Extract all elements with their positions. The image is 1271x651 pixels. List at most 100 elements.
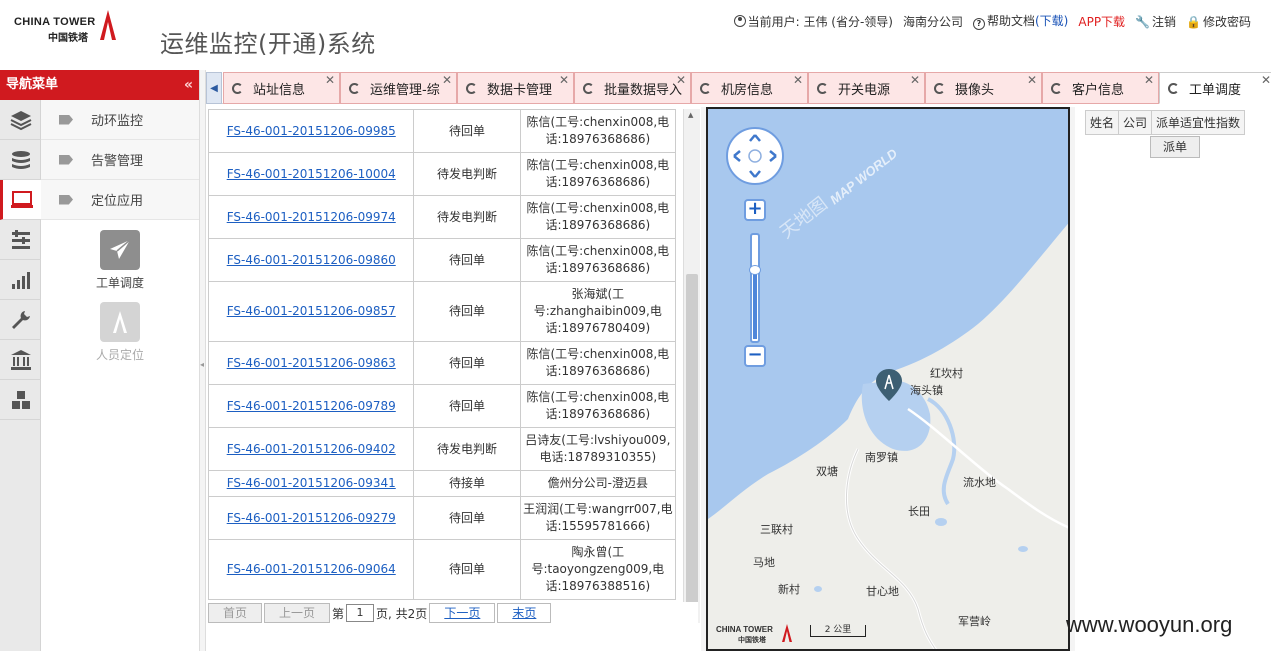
help-label[interactable]: 帮助文档 — [987, 14, 1035, 28]
table-row[interactable]: FS-46-001-20151206-09863 待回单 陈信(工号:chenxin… — [208, 341, 677, 385]
close-icon[interactable]: ✕ — [793, 73, 803, 87]
tab-2[interactable]: 运维管理-综 ✕ — [340, 72, 457, 104]
table-row[interactable]: FS-46-001-20151206-09985 待回单 陈信(工号:chenxin… — [208, 109, 677, 153]
tab-scroll-left-icon[interactable]: ◀ — [206, 72, 222, 104]
collapse-sidebar-icon[interactable]: « — [184, 70, 193, 100]
refresh-icon[interactable] — [232, 82, 243, 94]
refresh-icon[interactable] — [466, 82, 477, 94]
table-row[interactable]: FS-46-001-20151206-09974 待发电判断 陈信(工号:chenx… — [208, 195, 677, 239]
refresh-icon[interactable] — [583, 82, 594, 94]
close-icon[interactable]: ✕ — [325, 73, 335, 87]
tab-8[interactable]: 客户信息 ✕ — [1042, 72, 1159, 104]
order-id-link[interactable]: FS-46-001-20151206-10004 — [227, 167, 396, 181]
tab-6[interactable]: 开关电源 ✕ — [808, 72, 925, 104]
refresh-icon[interactable] — [934, 82, 945, 94]
download-help-link[interactable]: (下载) — [1035, 14, 1068, 28]
monitor-icon[interactable] — [0, 180, 41, 220]
layers-icon[interactable] — [0, 100, 41, 140]
tab-1[interactable]: 站址信息 ✕ — [223, 72, 340, 104]
menu-item-env-monitoring[interactable]: 动环监控 — [41, 100, 199, 140]
table-row[interactable]: FS-46-001-20151206-10004 待发电判断 陈信(工号:chenx… — [208, 152, 677, 196]
tile-label: 工单调度 — [95, 276, 144, 290]
order-list-scrollbar[interactable]: ▲ ▼ — [683, 109, 700, 623]
tab-5[interactable]: 机房信息 ✕ — [691, 72, 808, 104]
zoom-out-button[interactable]: − — [744, 345, 766, 367]
logout-link[interactable]: 🔧 注销 — [1135, 13, 1176, 30]
col-company[interactable]: 公司 — [1118, 110, 1153, 135]
refresh-icon[interactable] — [1168, 82, 1179, 94]
boxes-icon[interactable] — [0, 380, 41, 420]
close-icon[interactable]: ✕ — [1261, 73, 1271, 87]
tab-3[interactable]: 数据卡管理 ✕ — [457, 72, 574, 104]
place-label: 马地 — [753, 556, 775, 569]
zoom-slider-knob[interactable] — [749, 265, 761, 275]
current-user-label: 当前用户: 王伟 (省分-领导) — [747, 14, 893, 29]
table-row[interactable]: FS-46-001-20151206-09402 待发电判断 吕诗友(工号:lvsh… — [208, 427, 677, 471]
change-password-label[interactable]: 修改密码 — [1203, 15, 1251, 29]
order-id-link[interactable]: FS-46-001-20151206-09064 — [227, 562, 396, 576]
col-name[interactable]: 姓名 — [1084, 110, 1120, 135]
tile-work-order-dispatch[interactable]: 工单调度 — [41, 230, 199, 302]
pan-control[interactable] — [726, 127, 784, 185]
col-suitability[interactable]: 派单适宜性指数 — [1151, 110, 1246, 135]
refresh-icon[interactable] — [349, 82, 360, 94]
tab-4[interactable]: 批量数据导入 ✕ — [574, 72, 691, 104]
bar-chart-icon[interactable] — [0, 260, 41, 300]
order-id-link[interactable]: FS-46-001-20151206-09402 — [227, 442, 396, 456]
refresh-icon[interactable] — [1051, 82, 1062, 94]
close-icon[interactable]: ✕ — [910, 73, 920, 87]
order-id-link[interactable]: FS-46-001-20151206-09341 — [227, 476, 396, 490]
menu-item-location-apps[interactable]: 定位应用 — [41, 180, 199, 220]
zoom-slider[interactable] — [749, 233, 761, 343]
order-id-link[interactable]: FS-46-001-20151206-09279 — [227, 511, 396, 525]
dispatch-button[interactable]: 派单 — [1150, 136, 1200, 158]
help-link[interactable]: ? 帮助文档(下载) — [972, 12, 1068, 30]
close-icon[interactable]: ✕ — [676, 73, 686, 87]
sliders-icon[interactable] — [0, 220, 41, 260]
zoom-in-button[interactable]: + — [744, 199, 766, 221]
last-page-button[interactable]: 末页 — [497, 603, 552, 623]
order-id-link[interactable]: FS-46-001-20151206-09789 — [227, 399, 396, 413]
close-icon[interactable]: ✕ — [559, 73, 569, 87]
logout-label[interactable]: 注销 — [1152, 15, 1176, 29]
next-page-button[interactable]: 下一页 — [429, 603, 496, 623]
tab-label: 摄像头 — [955, 82, 995, 98]
scroll-thumb[interactable] — [686, 274, 698, 604]
tab-7[interactable]: 摄像头 ✕ — [925, 72, 1042, 104]
app-download-link[interactable]: APP下载 — [1078, 13, 1125, 30]
order-id-link[interactable]: FS-46-001-20151206-09974 — [227, 210, 396, 224]
tile-personnel-location[interactable]: 人员定位 — [41, 302, 199, 374]
map-splitter-right[interactable] — [1070, 107, 1075, 651]
scroll-up-icon[interactable]: ▲ — [688, 111, 693, 119]
table-row[interactable]: FS-46-001-20151206-09857 待回单 张海斌(工号:zhangh… — [208, 281, 677, 342]
wrench-icon[interactable] — [0, 300, 41, 340]
map-logo: CHINA TOWER 中国铁塔 — [716, 621, 806, 645]
table-row[interactable]: FS-46-001-20151206-09789 待回单 陈信(工号:chenxin… — [208, 384, 677, 428]
menu-item-alarm-management[interactable]: 告警管理 — [41, 140, 199, 180]
table-row[interactable]: FS-46-001-20151206-09279 待回单 王润润(工号:wangrr… — [208, 496, 677, 540]
page-number-input[interactable]: 1 — [346, 604, 375, 622]
prev-page-button[interactable]: 上一页 — [264, 603, 331, 623]
sidebar-splitter[interactable]: ◂ — [200, 70, 206, 651]
refresh-icon[interactable] — [700, 82, 711, 94]
order-id-link[interactable]: FS-46-001-20151206-09860 — [227, 253, 396, 267]
first-page-button[interactable]: 首页 — [208, 603, 263, 623]
tab-9[interactable]: 工单调度 ✕ — [1159, 72, 1271, 104]
refresh-icon[interactable] — [817, 82, 828, 94]
table-row[interactable]: FS-46-001-20151206-09341 待接单 儋州分公司-澄迈县 — [208, 470, 677, 497]
order-status-cell: 待回单 — [413, 238, 521, 282]
table-row[interactable]: FS-46-001-20151206-09064 待回单 陶永曾(工号:taoyon… — [208, 539, 677, 600]
map-view[interactable]: + − 红坎村 海头镇 南罗镇 双塘 流水地 长田 三联村 马地 新村 甘心地 … — [706, 107, 1070, 651]
close-icon[interactable]: ✕ — [442, 73, 452, 87]
change-password-link[interactable]: 🔒 修改密码 — [1186, 13, 1251, 30]
order-id-link[interactable]: FS-46-001-20151206-09863 — [227, 356, 396, 370]
bank-icon[interactable] — [0, 340, 41, 380]
order-id-link[interactable]: FS-46-001-20151206-09985 — [227, 124, 396, 138]
order-status-cell: 待回单 — [413, 341, 521, 385]
order-status-cell: 待回单 — [413, 109, 521, 153]
table-row[interactable]: FS-46-001-20151206-09860 待回单 陈信(工号:chenxin… — [208, 238, 677, 282]
database-icon[interactable] — [0, 140, 41, 180]
close-icon[interactable]: ✕ — [1027, 73, 1037, 87]
close-icon[interactable]: ✕ — [1144, 73, 1154, 87]
order-id-link[interactable]: FS-46-001-20151206-09857 — [227, 304, 396, 318]
